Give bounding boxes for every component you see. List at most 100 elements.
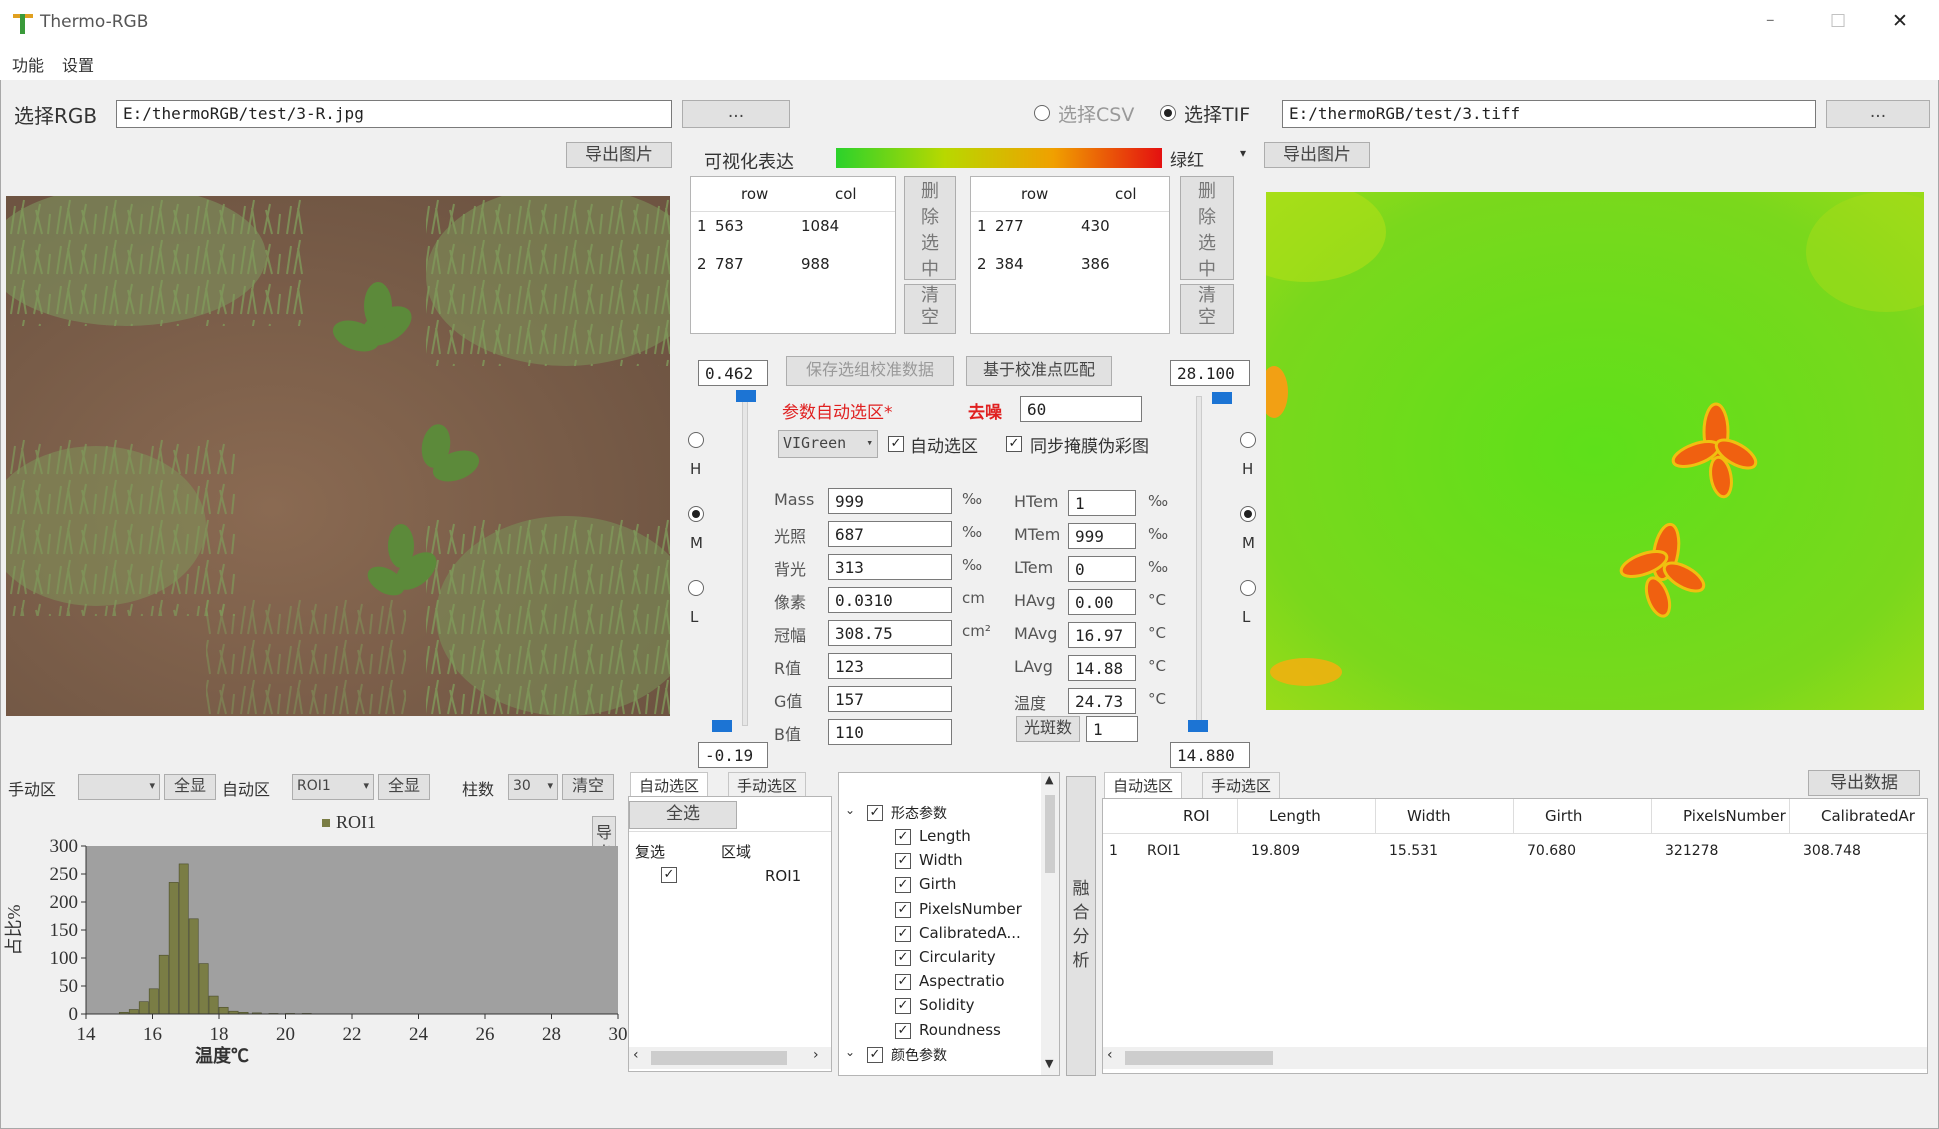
rgb-browse-button[interactable]: ...: [682, 100, 790, 128]
param-checkbox[interactable]: ✓: [895, 829, 911, 845]
param-checkbox[interactable]: ✓: [895, 925, 911, 942]
rgb-image-view[interactable]: [6, 196, 670, 716]
table-cell[interactable]: 321278: [1665, 843, 1718, 859]
tree-item-label[interactable]: Girth: [919, 875, 956, 893]
column-header[interactable]: Length: [1269, 807, 1321, 825]
fusion-analysis-button[interactable]: 融合分析: [1066, 776, 1096, 1076]
thermal-level-m-radio[interactable]: [1240, 506, 1256, 522]
menu-settings[interactable]: 设置: [62, 52, 94, 76]
scroll-down-icon[interactable]: ▼: [1045, 1057, 1053, 1070]
colormap-dropdown-icon[interactable]: ▾: [1240, 146, 1246, 160]
scrollbar-thumb[interactable]: [1045, 795, 1055, 873]
thermal-slider-track[interactable]: [1196, 396, 1202, 726]
scrollbar-thumb[interactable]: [1125, 1051, 1273, 1065]
table-cell[interactable]: 563: [715, 217, 744, 235]
vertical-scrollbar[interactable]: ▲ ▼: [1041, 773, 1059, 1075]
scrollbar-thumb[interactable]: [651, 1051, 787, 1065]
table-cell[interactable]: 19.809: [1251, 843, 1300, 859]
param-value-input[interactable]: 16.97: [1068, 622, 1136, 648]
rgb-level-l-radio[interactable]: [688, 580, 704, 596]
param-checkbox[interactable]: ✓: [895, 901, 911, 918]
colormap-select[interactable]: 绿红: [1170, 146, 1204, 171]
param-value-input[interactable]: 0.0310: [828, 587, 952, 613]
maximize-icon[interactable]: □: [1830, 10, 1846, 30]
thermal-level-h-radio[interactable]: [1240, 432, 1256, 448]
tree-group-label[interactable]: 颜色参数: [891, 1045, 947, 1065]
result-table[interactable]: ROI Length Width Girth PixelsNumber Calibrate…: [1102, 798, 1928, 1074]
expand-icon[interactable]: ⌄: [845, 1045, 855, 1059]
tree-item-label[interactable]: Solidity: [919, 996, 974, 1014]
tree-item-label[interactable]: CalibratedA...: [919, 924, 1021, 942]
param-value-input[interactable]: 687: [828, 521, 952, 547]
thermal-clear-button[interactable]: 清空: [1180, 284, 1234, 334]
tree-item-label[interactable]: Length: [919, 827, 971, 845]
group-checkbox[interactable]: ✓: [867, 805, 883, 821]
table-cell[interactable]: 787: [715, 255, 744, 273]
tree-item-label[interactable]: Width: [919, 851, 963, 869]
group-checkbox[interactable]: ✓: [867, 1046, 883, 1063]
thermal-delete-selected-button[interactable]: 删除选中: [1180, 176, 1234, 280]
parameter-tree[interactable]: ⌄ ✓ 形态参数 ✓ Length ✓ Width ✓ Girth ✓ PixelsNumber ✓ C…: [838, 772, 1060, 1076]
tif-radio[interactable]: [1160, 105, 1176, 121]
manual-show-all-button[interactable]: 全显: [164, 774, 216, 800]
manual-region-select[interactable]: ▾: [78, 774, 160, 800]
tree-item-label[interactable]: PixelsNumber: [919, 900, 1022, 918]
rgb-slider-track[interactable]: [742, 396, 748, 726]
rgb-calibration-table[interactable]: row col 1 563 1084 2 787 988: [690, 176, 896, 334]
rgb-slider-handle-bottom[interactable]: [712, 720, 732, 732]
param-value-input[interactable]: 999: [1068, 523, 1136, 549]
scroll-left-icon[interactable]: ‹: [1107, 1047, 1113, 1063]
rgb-threshold-bottom-input[interactable]: -0.19: [698, 742, 768, 768]
close-icon[interactable]: ✕: [1892, 10, 1908, 32]
param-checkbox[interactable]: ✓: [895, 853, 911, 870]
column-header[interactable]: ROI: [1183, 807, 1210, 825]
roi-checkbox[interactable]: ✓: [661, 867, 677, 883]
param-value-input[interactable]: 0: [1068, 556, 1136, 582]
export-image-right-button[interactable]: 导出图片: [1264, 142, 1370, 168]
thermal-calibration-table[interactable]: row col 1 277 430 2 384 386: [970, 176, 1170, 334]
thermal-threshold-bottom-input[interactable]: 14.880: [1170, 742, 1250, 768]
param-checkbox[interactable]: ✓: [895, 1022, 911, 1039]
param-value-input[interactable]: 24.73: [1068, 688, 1136, 714]
table-cell[interactable]: 1084: [801, 217, 839, 235]
tab-result-manual-region[interactable]: 手动选区: [1202, 772, 1281, 799]
tif-browse-button[interactable]: ...: [1826, 100, 1930, 128]
spot-count-button[interactable]: 光斑数: [1016, 716, 1080, 742]
vegetation-index-select[interactable]: VIGreen ▾: [778, 430, 878, 458]
rgb-clear-button[interactable]: 清空: [904, 284, 956, 334]
thermal-threshold-top-input[interactable]: 28.100: [1170, 360, 1250, 386]
minimize-icon[interactable]: –: [1766, 10, 1775, 30]
param-value-input[interactable]: 14.88: [1068, 655, 1136, 681]
auto-region-checkbox[interactable]: ✓: [888, 436, 904, 452]
param-value-input[interactable]: 0.00: [1068, 589, 1136, 615]
rgb-delete-selected-button[interactable]: 删除选中: [904, 176, 956, 280]
select-all-button[interactable]: 全选: [629, 801, 737, 829]
tree-item-label[interactable]: Circularity: [919, 948, 996, 966]
param-value-input[interactable]: 999: [828, 488, 952, 514]
param-checkbox[interactable]: ✓: [895, 950, 911, 966]
tree-group-label[interactable]: 形态参数: [891, 803, 947, 823]
table-cell[interactable]: 430: [1081, 217, 1110, 235]
export-image-left-button[interactable]: 导出图片: [566, 142, 672, 168]
horizontal-scrollbar[interactable]: ‹ ›: [629, 1047, 831, 1069]
column-header[interactable]: CalibratedAr: [1821, 807, 1915, 825]
column-header[interactable]: Girth: [1545, 807, 1582, 825]
csv-radio[interactable]: [1034, 105, 1050, 121]
spot-count-input[interactable]: 1: [1086, 716, 1138, 742]
rgb-level-m-radio[interactable]: [688, 506, 704, 522]
denoise-input[interactable]: 60: [1020, 396, 1142, 422]
save-calibration-button[interactable]: 保存选组校准数据: [786, 356, 954, 386]
param-checkbox[interactable]: ✓: [895, 974, 911, 991]
tab-result-auto-region[interactable]: 自动选区: [1104, 772, 1183, 798]
column-header[interactable]: Width: [1407, 807, 1451, 825]
param-checkbox[interactable]: ✓: [895, 998, 911, 1015]
auto-show-all-button[interactable]: 全显: [378, 774, 430, 800]
table-cell[interactable]: 15.531: [1389, 843, 1438, 859]
thermal-slider-handle-top[interactable]: [1212, 392, 1232, 404]
table-cell[interactable]: 988: [801, 255, 830, 273]
thermal-image-view[interactable]: [1266, 192, 1924, 710]
sync-mask-checkbox[interactable]: ✓: [1006, 436, 1022, 452]
tif-path-input[interactable]: E:/thermoRGB/test/3.tiff: [1282, 100, 1816, 128]
tree-item-label[interactable]: Roundness: [919, 1021, 1001, 1039]
tab-manual-region[interactable]: 手动选区: [728, 772, 807, 799]
